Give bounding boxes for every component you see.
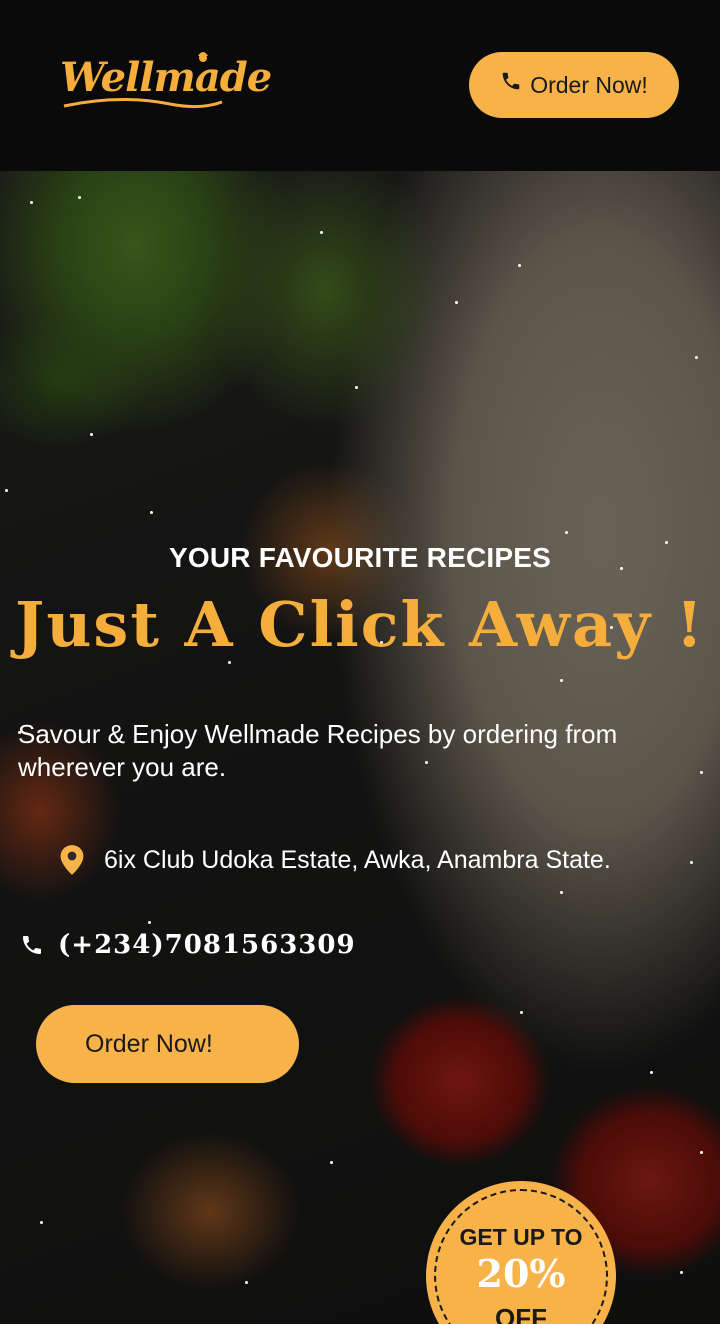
sparkle-dot <box>680 1271 683 1274</box>
hero-eyebrow: YOUR FAVOURITE RECIPES <box>169 542 551 573</box>
sparkle-dot <box>690 861 693 864</box>
badge-line-1: GET UP TO <box>459 1224 583 1250</box>
phone-number: (+234)7081563309 <box>58 930 356 960</box>
address-text: 6ix Club Udoka Estate, Awka, Anambra Sta… <box>104 845 611 874</box>
sparkle-dot <box>520 1011 523 1014</box>
sparkle-dot <box>330 1161 333 1164</box>
wellmade-logo[interactable]: Wellmade <box>60 48 272 118</box>
sparkle-dot <box>245 1281 248 1284</box>
address-row: 6ix Club Udoka Estate, Awka, Anambra Sta… <box>58 840 611 880</box>
site-header: Wellmade Order Now! <box>0 0 720 171</box>
sparkle-dot <box>40 1221 43 1224</box>
header-order-now-button[interactable]: Order Now! <box>469 52 679 118</box>
sparkle-dot <box>565 531 568 534</box>
hero-order-now-label: Order Now! <box>85 1029 213 1058</box>
sparkle-dot <box>518 264 521 267</box>
phone-icon <box>23 936 41 954</box>
logo-text: Wellmade <box>60 54 272 101</box>
sparkle-dot <box>78 196 81 199</box>
sparkle-dot <box>560 891 563 894</box>
sparkle-dot <box>355 386 358 389</box>
sparkle-dot <box>228 661 231 664</box>
sparkle-dot <box>148 921 151 924</box>
phone-row[interactable]: (+234)7081563309 <box>20 925 356 965</box>
phone-icon <box>502 72 520 90</box>
map-pin-icon <box>60 845 84 875</box>
sparkle-dot <box>650 1071 653 1074</box>
hero-headline: Just A Click Away ! <box>15 588 705 661</box>
hero-order-now-button[interactable]: Order Now! <box>36 1005 299 1083</box>
sparkle-dot <box>320 231 323 234</box>
sparkle-dot <box>5 489 8 492</box>
sparkle-dot <box>695 356 698 359</box>
badge-percent: 20% <box>476 1251 566 1296</box>
sparkle-dot <box>700 1151 703 1154</box>
sparkle-dot <box>30 201 33 204</box>
badge-line-3: OFF <box>495 1303 547 1324</box>
hero-tagline: Savour & Enjoy Wellmade Recipes by order… <box>18 719 618 782</box>
header-order-now-label: Order Now! <box>530 71 648 98</box>
sparkle-dot <box>455 301 458 304</box>
sparkle-dot <box>150 511 153 514</box>
sparkle-dot <box>90 433 93 436</box>
sparkle-dot <box>560 679 563 682</box>
